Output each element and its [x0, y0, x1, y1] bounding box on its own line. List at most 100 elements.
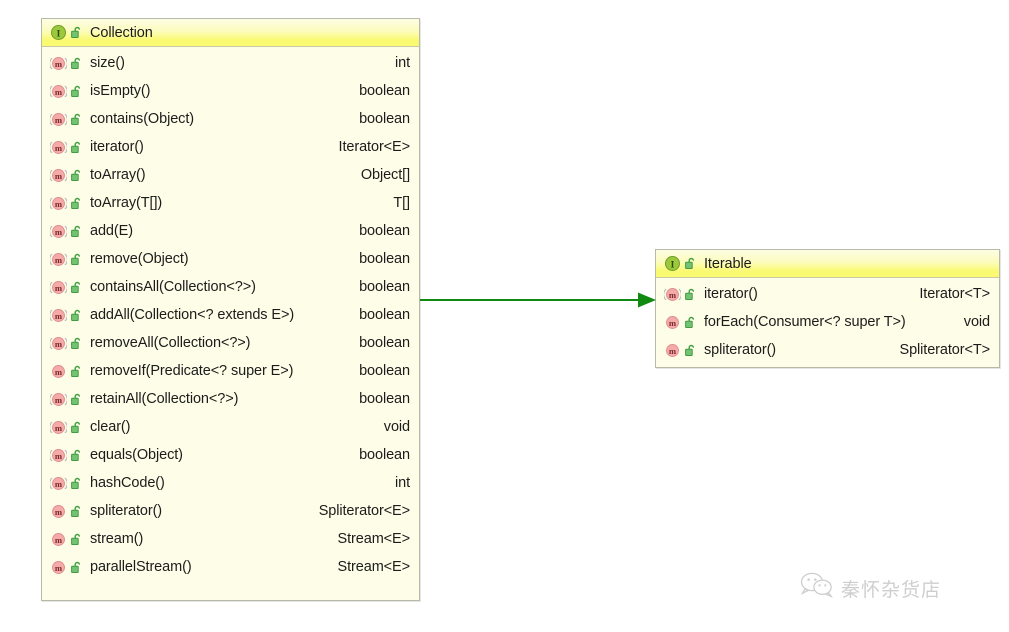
- svg-text:m: m: [55, 170, 63, 180]
- svg-text:m: m: [55, 450, 63, 460]
- member-return-type: int: [394, 55, 410, 71]
- default-method-icon: m: [50, 559, 67, 576]
- member-row[interactable]: m add(E) boolean: [42, 217, 419, 245]
- member-signature: retainAll(Collection<?>): [90, 391, 239, 407]
- svg-text:I: I: [57, 29, 61, 39]
- svg-text:m: m: [669, 345, 677, 355]
- public-unlocked-icon: [683, 343, 698, 358]
- svg-text:m: m: [55, 366, 63, 376]
- default-method-icon: m: [664, 314, 681, 331]
- member-row[interactable]: m remove(Object) boolean: [42, 245, 419, 273]
- class-name-collection: Collection: [90, 24, 153, 41]
- member-signature: spliterator(): [90, 503, 163, 519]
- member-return-type: boolean: [359, 307, 410, 323]
- member-row[interactable]: m toArray() Object[]: [42, 161, 419, 189]
- diagram-canvas: I Collection m size() int m isEmpty() boolean…: [0, 0, 1009, 632]
- member-return-type: void: [963, 314, 990, 330]
- member-return-type: boolean: [359, 391, 410, 407]
- member-row[interactable]: m parallelStream() Stream<E>: [42, 553, 419, 581]
- class-header-iterable[interactable]: I Iterable: [656, 250, 999, 278]
- member-return-type: Spliterator<T>: [899, 342, 991, 358]
- member-row[interactable]: m size() int: [42, 49, 419, 77]
- svg-text:m: m: [55, 310, 63, 320]
- public-unlocked-icon: [69, 448, 84, 463]
- uml-class-iterable[interactable]: I Iterable m iterator() Iterator<T> m forEac…: [655, 249, 1000, 368]
- member-row[interactable]: m equals(Object) boolean: [42, 441, 419, 469]
- member-signature: forEach(Consumer<? super T>): [704, 314, 906, 330]
- member-row[interactable]: m hashCode() int: [42, 469, 419, 497]
- member-row[interactable]: m removeAll(Collection<?>) boolean: [42, 329, 419, 357]
- member-row[interactable]: m forEach(Consumer<? super T>) void: [656, 308, 999, 336]
- svg-text:m: m: [669, 289, 677, 299]
- member-row[interactable]: m containsAll(Collection<?>) boolean: [42, 273, 419, 301]
- member-signature: parallelStream(): [90, 559, 192, 575]
- public-unlocked-icon: [69, 168, 84, 183]
- svg-text:m: m: [55, 226, 63, 236]
- class-name-iterable: Iterable: [704, 255, 752, 272]
- svg-text:m: m: [55, 562, 63, 572]
- abstract-method-icon: m: [50, 223, 67, 240]
- abstract-method-icon: m: [50, 391, 67, 408]
- member-signature: clear(): [90, 419, 131, 435]
- public-unlocked-icon: [69, 420, 84, 435]
- member-return-type: boolean: [359, 111, 410, 127]
- member-signature: iterator(): [704, 286, 758, 302]
- member-signature: containsAll(Collection<?>): [90, 279, 256, 295]
- member-row[interactable]: m contains(Object) boolean: [42, 105, 419, 133]
- member-row[interactable]: m stream() Stream<E>: [42, 525, 419, 553]
- abstract-method-icon: m: [50, 195, 67, 212]
- public-unlocked-icon: [69, 140, 84, 155]
- abstract-method-icon: m: [50, 279, 67, 296]
- abstract-method-icon: m: [50, 447, 67, 464]
- member-signature: add(E): [90, 223, 133, 239]
- default-method-icon: m: [50, 503, 67, 520]
- default-method-icon: m: [50, 363, 67, 380]
- member-row[interactable]: m iterator() Iterator<E>: [42, 133, 419, 161]
- member-return-type: void: [383, 419, 410, 435]
- member-return-type: boolean: [359, 279, 410, 295]
- member-list-collection: m size() int m isEmpty() boolean m contains(Obj…: [42, 47, 419, 584]
- member-row[interactable]: m spliterator() Spliterator<E>: [42, 497, 419, 525]
- member-signature: removeIf(Predicate<? super E>): [90, 363, 294, 379]
- abstract-method-icon: m: [50, 139, 67, 156]
- svg-text:m: m: [669, 317, 677, 327]
- member-row[interactable]: m retainAll(Collection<?>) boolean: [42, 385, 419, 413]
- member-row[interactable]: m toArray(T[]) T[]: [42, 189, 419, 217]
- member-return-type: boolean: [359, 223, 410, 239]
- member-signature: remove(Object): [90, 251, 189, 267]
- watermark: 秦怀杂货店: [800, 572, 941, 604]
- public-unlocked-icon: [69, 308, 84, 323]
- member-return-type: boolean: [359, 335, 410, 351]
- abstract-method-icon: m: [50, 55, 67, 72]
- member-signature: toArray(T[]): [90, 195, 163, 211]
- public-unlocked-icon: [69, 364, 84, 379]
- member-signature: removeAll(Collection<?>): [90, 335, 251, 351]
- public-unlocked-icon: [69, 224, 84, 239]
- class-header-collection[interactable]: I Collection: [42, 19, 419, 47]
- member-signature: isEmpty(): [90, 83, 151, 99]
- public-unlocked-icon: [683, 256, 698, 271]
- uml-class-collection[interactable]: I Collection m size() int m isEmpty() boolean…: [41, 18, 420, 601]
- member-signature: contains(Object): [90, 111, 194, 127]
- member-row[interactable]: m addAll(Collection<? extends E>) boolean: [42, 301, 419, 329]
- public-unlocked-icon: [69, 392, 84, 407]
- member-return-type: boolean: [359, 447, 410, 463]
- abstract-method-icon: m: [50, 475, 67, 492]
- public-unlocked-icon: [683, 287, 698, 302]
- member-row[interactable]: m spliterator() Spliterator<T>: [656, 336, 999, 364]
- member-return-type: boolean: [359, 251, 410, 267]
- member-row[interactable]: m removeIf(Predicate<? super E>) boolean: [42, 357, 419, 385]
- interface-icon: I: [50, 24, 67, 41]
- svg-text:m: m: [55, 506, 63, 516]
- member-row[interactable]: m clear() void: [42, 413, 419, 441]
- abstract-method-icon: m: [50, 111, 67, 128]
- svg-text:m: m: [55, 114, 63, 124]
- abstract-method-icon: m: [50, 307, 67, 324]
- member-row[interactable]: m isEmpty() boolean: [42, 77, 419, 105]
- member-row[interactable]: m iterator() Iterator<T>: [656, 280, 999, 308]
- svg-text:m: m: [55, 198, 63, 208]
- svg-text:m: m: [55, 338, 63, 348]
- public-unlocked-icon: [69, 476, 84, 491]
- abstract-method-icon: m: [50, 335, 67, 352]
- public-unlocked-icon: [69, 252, 84, 267]
